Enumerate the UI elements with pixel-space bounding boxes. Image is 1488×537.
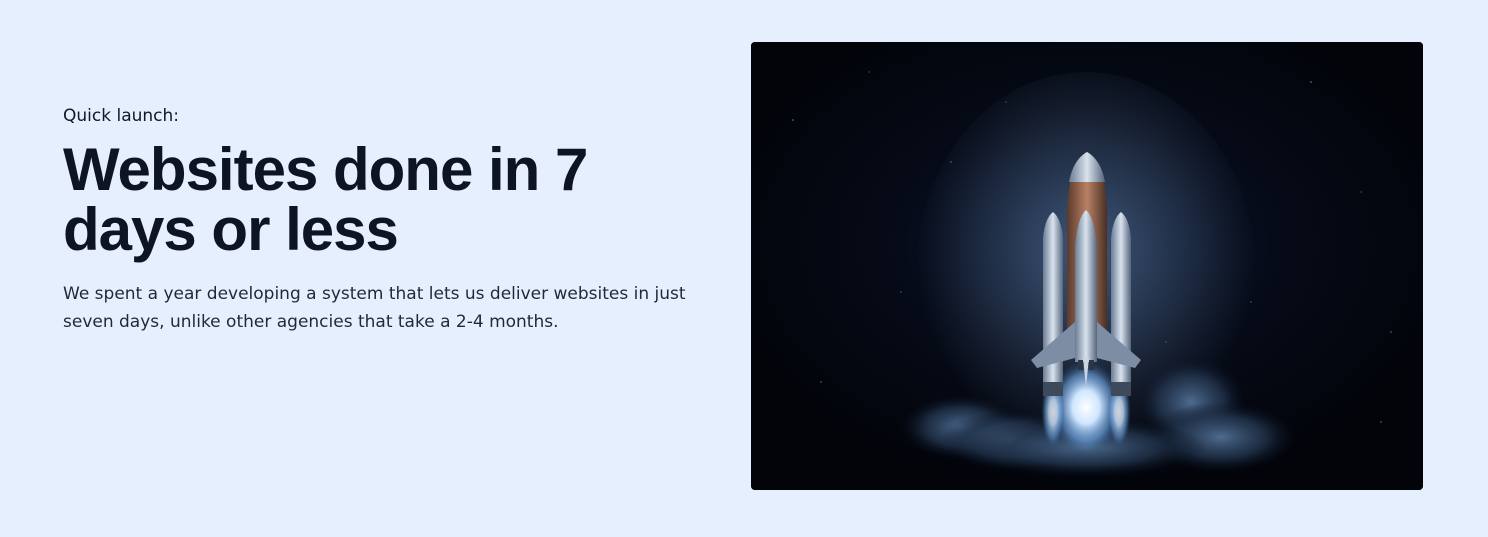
hero-copy: Quick launch: Websites done in 7 days or… xyxy=(63,104,723,336)
hero-eyebrow: Quick launch: xyxy=(63,106,180,126)
hero-description: We spent a year developing a system that… xyxy=(63,284,686,332)
hero-section: Quick launch: Websites done in 7 days or… xyxy=(0,0,1488,537)
rocket-illustration xyxy=(751,42,1423,490)
hero-headline: Websites done in 7 days or less xyxy=(63,136,588,263)
rocket-launch-image xyxy=(751,42,1423,490)
